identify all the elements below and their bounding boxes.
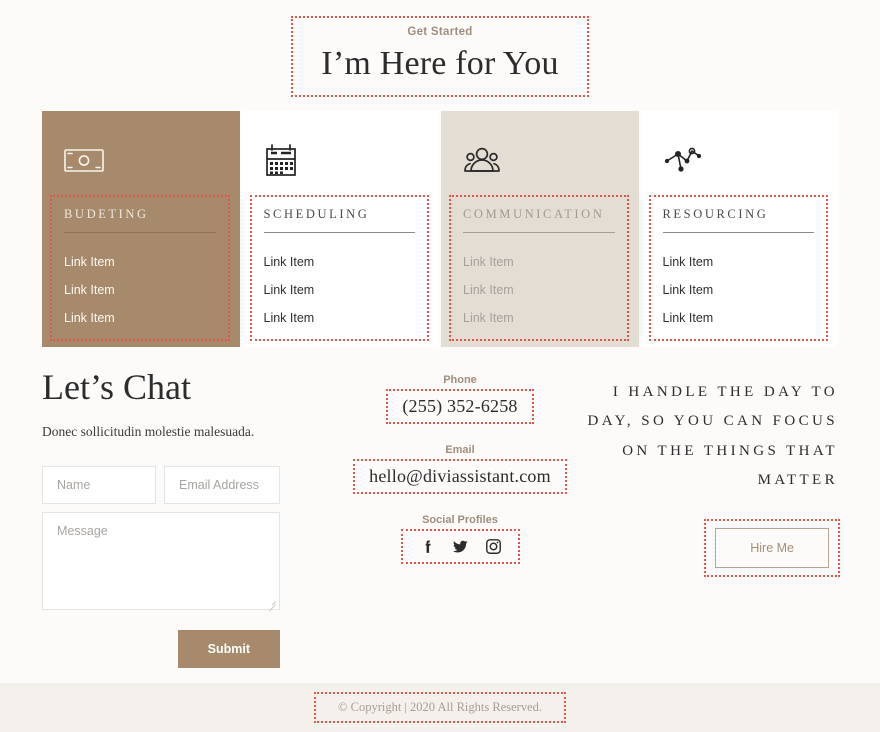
email-input[interactable]: Email Address — [164, 465, 280, 504]
services-card-row: BUDETING Link Item Link Item Link Item S… — [42, 111, 838, 347]
service-card-resourcing[interactable]: RESOURCING Link Item Link Item Link Item — [640, 111, 838, 347]
contact-title: Let’s Chat — [42, 367, 191, 407]
copyright-wrap: © Copyright | 2020 All Rights Reserved. — [313, 692, 567, 723]
service-card-title: SCHEDULING — [263, 207, 370, 221]
service-card-title: RESOURCING — [662, 207, 769, 221]
pitch-text: I handle the day to day, so you can focu… — [587, 384, 838, 488]
people-icon — [463, 137, 617, 183]
social-block: Social Profiles — [342, 514, 578, 564]
copyright-text: © Copyright | 2020 All Rights Reserved. — [337, 700, 542, 714]
divider — [263, 232, 415, 233]
card-link-item[interactable]: Link Item — [463, 311, 615, 325]
divider — [662, 232, 814, 233]
contact-subtitle: Donec sollicitudin molestie malesuada. — [42, 423, 255, 439]
card-link-item[interactable]: Link Item — [64, 255, 216, 269]
phone-value-wrap: (255) 352-6258 — [386, 389, 534, 424]
divider — [64, 232, 216, 233]
instagram-icon[interactable] — [485, 538, 502, 555]
email-block: Email hello@diviassistant.com — [342, 444, 578, 494]
form-field-row: Name Email Address — [42, 465, 342, 504]
service-card-content: COMMUNICATION Link Item Link Item Link I… — [449, 195, 629, 341]
service-card-content: SCHEDULING Link Item Link Item Link Item — [249, 195, 429, 341]
service-card-content: RESOURCING Link Item Link Item Link Item — [648, 195, 828, 341]
hero-eyebrow: Get Started — [407, 26, 473, 38]
footer: © Copyright | 2020 All Rights Reserved. — [0, 683, 880, 732]
service-card-title: COMMUNICATION — [463, 207, 605, 221]
service-card-communication[interactable]: COMMUNICATION Link Item Link Item Link I… — [441, 111, 639, 347]
social-links — [400, 529, 520, 564]
card-link-item[interactable]: Link Item — [663, 255, 815, 269]
card-link-item[interactable]: Link Item — [463, 255, 615, 269]
hire-button-row: Hire Me — [578, 519, 840, 577]
phone-value[interactable]: (255) 352-6258 — [402, 396, 517, 417]
pitch-column: I handle the day to day, so you can focu… — [578, 368, 840, 668]
hire-me-button[interactable]: Hire Me — [715, 528, 829, 568]
submit-row: Submit — [42, 629, 280, 668]
hire-button-wrap: Hire Me — [704, 519, 840, 577]
divider — [463, 232, 615, 233]
service-card-budeting[interactable]: BUDETING Link Item Link Item Link Item — [42, 111, 240, 347]
card-link-item[interactable]: Link Item — [264, 255, 416, 269]
social-label: Social Profiles — [422, 514, 498, 526]
network-icon — [663, 137, 817, 183]
email-value-wrap: hello@diviassistant.com — [353, 459, 567, 494]
service-card-content: BUDETING Link Item Link Item Link Item — [50, 195, 230, 341]
message-placeholder: Message — [57, 523, 108, 538]
phone-block: Phone (255) 352-6258 — [342, 374, 578, 424]
twitter-icon[interactable] — [452, 538, 469, 555]
phone-label: Phone — [443, 374, 477, 386]
service-card-title: BUDETING — [64, 207, 149, 221]
contact-form-column: Let’s Chat Donec sollicitudin molestie m… — [42, 367, 342, 668]
name-input[interactable]: Name — [42, 465, 156, 504]
card-link-item[interactable]: Link Item — [64, 311, 216, 325]
page-title: I’m Here for You — [321, 45, 559, 82]
resize-handle-icon[interactable] — [267, 597, 276, 611]
card-link-item[interactable]: Link Item — [264, 311, 416, 325]
card-link-item[interactable]: Link Item — [463, 283, 615, 297]
hero-section: Get Started I’m Here for You — [0, 0, 880, 98]
card-link-item[interactable]: Link Item — [264, 283, 416, 297]
contact-section: Let’s Chat Donec sollicitudin molestie m… — [0, 367, 880, 668]
email-label: Email — [445, 444, 475, 456]
money-icon — [64, 137, 218, 183]
calendar-icon — [264, 137, 418, 183]
contact-info-column: Phone (255) 352-6258 Email hello@diviass… — [342, 368, 578, 668]
facebook-icon[interactable] — [419, 538, 436, 555]
message-textarea[interactable]: Message — [42, 511, 280, 611]
email-value[interactable]: hello@diviassistant.com — [369, 466, 551, 487]
card-link-item[interactable]: Link Item — [663, 311, 815, 325]
submit-button[interactable]: Submit — [177, 629, 280, 668]
card-link-item[interactable]: Link Item — [64, 283, 216, 297]
hero-heading-group: Get Started I’m Here for You — [291, 15, 589, 98]
service-card-scheduling[interactable]: SCHEDULING Link Item Link Item Link Item — [241, 111, 439, 347]
card-link-item[interactable]: Link Item — [663, 283, 815, 297]
